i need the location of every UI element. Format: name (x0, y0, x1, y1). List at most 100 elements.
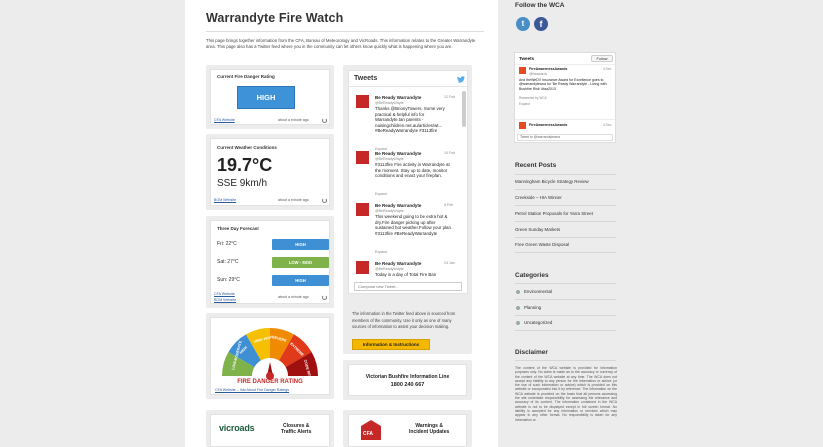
divider (515, 299, 616, 300)
vicroads-logo: vicroads (219, 423, 255, 433)
recent-post-link[interactable]: Creekside – HIA Winner (515, 195, 562, 200)
recent-post-link[interactable]: Manningham Bicycle Strategy Review (515, 179, 589, 184)
tweets-title: Tweets (354, 75, 378, 82)
forecast-day-label: Sat: 27°C (217, 259, 239, 265)
expand-link[interactable]: Expand (519, 102, 530, 106)
updated-time: about a minute ago (278, 118, 309, 122)
warnings-label: Warnings & Incident Updates (409, 423, 449, 435)
divider (515, 205, 616, 206)
refresh-icon[interactable] (322, 295, 327, 300)
tweets-panel: Tweets Be Ready Warrandyte @BeReadyWdyte… (343, 65, 472, 354)
category-link[interactable]: Environmental (516, 289, 552, 294)
tweet-author[interactable]: FireAwarenessAwards (529, 67, 567, 71)
expand-link[interactable]: Expand (375, 192, 387, 196)
refresh-icon[interactable] (322, 118, 327, 123)
gauge-caption: FIRE DANGER RATING (237, 379, 303, 385)
avatar (519, 67, 526, 74)
twitter-disclaimer: The information in the Twitter feed abov… (352, 311, 456, 329)
divider (515, 360, 616, 361)
tweet-handle[interactable]: @BeReadyWdyte (375, 157, 404, 161)
fire-danger-card: Current Fire Danger Rating HIGH CFA Webs… (210, 69, 330, 125)
tweet-handle[interactable]: @BeReadyWdyte (375, 101, 404, 105)
tweet-author[interactable]: Be Ready Warrandyte (375, 95, 421, 100)
category-link[interactable]: Uncategorized (516, 320, 552, 325)
cfa-panel: CFA Warnings & Incident Updates (343, 410, 472, 447)
title-divider (206, 31, 484, 32)
forecast-panel: Three Day Forecast Fri: 22°C HIGH Sat: 2… (206, 216, 334, 308)
forecast-rating-badge: HIGH (272, 239, 329, 250)
information-instructions-button[interactable]: Information & Instructions (352, 339, 430, 350)
recent-posts-title: Recent Posts (515, 162, 557, 169)
tweet-text: Thanks @BrionyTowers. Some very practica… (375, 106, 445, 134)
bullet-icon (516, 320, 520, 325)
tweet-date[interactable]: 8 Feb (444, 203, 453, 207)
expand-link[interactable]: Expand (375, 250, 387, 254)
hotline-phone[interactable]: 1800 240 667 (349, 382, 466, 388)
twitter-icon[interactable]: t (516, 17, 530, 31)
category-link[interactable]: Planning (516, 305, 541, 310)
bom-website-link[interactable]: BOM Website (214, 198, 236, 202)
gauge-info-link[interactable]: CFA Website – Info About Fire Danger Rat… (215, 388, 289, 392)
divider (515, 189, 616, 190)
bom-website-link[interactable]: BOM Website (214, 298, 236, 302)
weather-card: Current Weather Conditions 19.7°C SSE 9k… (210, 138, 330, 206)
tweet-handle[interactable]: @fireawards (529, 72, 547, 76)
recent-post-link[interactable]: Green Sunday Markets (515, 227, 560, 232)
forecast-day-label: Sun: 29°C (217, 277, 240, 283)
hotline-panel: Victorian Bushfire Information Line 1800… (343, 360, 472, 400)
avatar (356, 203, 369, 216)
category-label[interactable]: Uncategorized (524, 320, 552, 325)
recent-post-link[interactable]: Free Green Waste Disposal (515, 242, 569, 247)
closures-label: Closures & Traffic Alerts (281, 423, 311, 435)
tweet-date[interactable]: 10 Feb (444, 151, 455, 155)
temperature-value: 19.7°C (217, 155, 273, 175)
fire-danger-panel: Current Fire Danger Rating HIGH CFA Webs… (206, 65, 334, 129)
categories-title: Categories (515, 272, 549, 279)
retweet-note: Retweeted by WCA (519, 96, 547, 100)
facebook-icon[interactable]: f (534, 17, 548, 31)
refresh-icon[interactable] (322, 198, 327, 203)
fire-danger-gauge: LOW-MODERATE HIGH VERY HIGH SEVERE EXTRE… (221, 327, 319, 380)
tweet-author[interactable]: Be Ready Warrandyte (375, 151, 421, 156)
hotline-card: Victorian Bushfire Information Line 1800… (348, 364, 467, 396)
bullet-icon (516, 289, 520, 294)
twitter-widget: Tweets Follow FireAwarenessAwards @firea… (514, 52, 616, 143)
tweet-date[interactable]: 12 Feb (444, 95, 455, 99)
cfa-website-link[interactable]: CFA Website (214, 118, 235, 122)
tweet-author[interactable]: FireAwarenessAwards (529, 123, 567, 127)
compose-tweet-input[interactable] (354, 282, 462, 291)
forecast-day-label: Fri: 22°C (217, 241, 237, 247)
tweet-date[interactable]: 4 Dec (603, 67, 611, 71)
fire-danger-title: Current Fire Danger Rating (217, 74, 275, 79)
weather-title: Current Weather Conditions (217, 145, 277, 150)
tweet-date[interactable]: 24 Jan (444, 261, 455, 265)
tweet-author[interactable]: Be Ready Warrandyte (375, 261, 421, 266)
category-label[interactable]: Planning (524, 305, 541, 310)
tweet-handle[interactable]: @BeReadyWdyte (375, 209, 404, 213)
vicroads-card[interactable]: vicroads Closures & Traffic Alerts (210, 414, 330, 447)
scrollbar[interactable] (462, 91, 466, 127)
follow-button[interactable]: Follow (591, 55, 613, 62)
cfa-website-link[interactable]: CFA Website (214, 292, 235, 296)
twitter-bird-icon (457, 76, 465, 83)
follow-title: Follow the WCA (515, 2, 565, 9)
tweet-compose-box[interactable]: Tweet to @warrandytewca (517, 134, 613, 141)
disclaimer-text: The content of the WCA website is provid… (515, 366, 617, 422)
tweet-author[interactable]: Be Ready Warrandyte (375, 203, 421, 208)
bullet-icon (516, 305, 520, 310)
forecast-title: Three Day Forecast (217, 226, 259, 231)
page-title: Warrandyte Fire Watch (206, 11, 344, 25)
closures-label-line2: Traffic Alerts (281, 429, 312, 435)
cfa-card[interactable]: CFA Warnings & Incident Updates (348, 414, 467, 447)
category-label[interactable]: Environmental (524, 289, 552, 294)
divider (515, 315, 616, 316)
divider (515, 283, 616, 284)
recent-post-link[interactable]: Petrol Station Proposals for Yarra Stree… (515, 211, 593, 216)
widget-title: Tweets (519, 56, 535, 61)
divider (515, 221, 616, 222)
hotline-label: Victorian Bushfire Information Line (365, 374, 450, 380)
tweet-date[interactable]: 4 Dec (603, 123, 611, 127)
tweet-handle[interactable]: @BeReadyWdyte (375, 267, 404, 271)
forecast-rating-badge: HIGH (272, 275, 329, 286)
intro-text: This page brings together information fr… (206, 38, 476, 49)
